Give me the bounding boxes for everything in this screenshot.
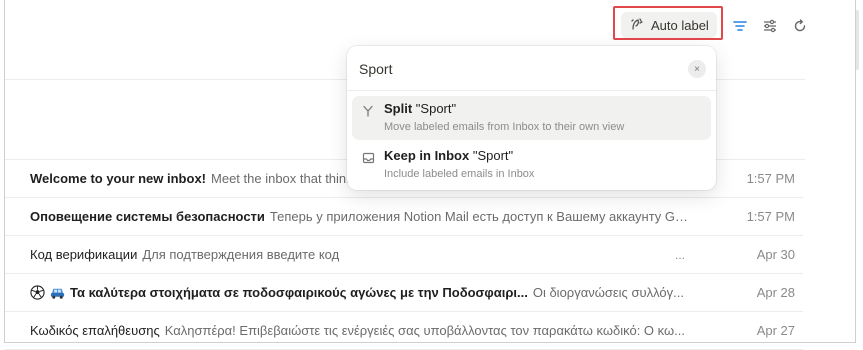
email-preview: Meet the inbox that thinks [211, 171, 360, 186]
car-icon [49, 285, 66, 300]
email-row[interactable]: Τα καλύτερα στοιχήματα σε ποδοσφαιρικούς… [5, 274, 803, 312]
auto-label-button[interactable]: Auto label [621, 12, 717, 38]
label-popup: × Split "Sport" Move labeled emails from… [347, 46, 716, 190]
email-row[interactable]: Оповещение системы безопасности Теперь у… [5, 198, 803, 236]
auto-label-text: Auto label [651, 17, 709, 33]
email-subject: Κωδικός επαλήθευσης [30, 323, 160, 338]
option-action: Keep in Inbox [384, 148, 470, 163]
option-action: Split [384, 101, 413, 116]
email-more-dots: ... [675, 247, 686, 262]
email-time: 1:57 PM [746, 171, 795, 186]
list-density-icon[interactable] [731, 17, 749, 35]
split-icon [361, 104, 375, 118]
option-description: Move labeled emails from Inbox to their … [384, 121, 625, 133]
email-preview: Для подтверждения введите код [142, 247, 340, 262]
keep-in-inbox-option[interactable]: Keep in Inbox "Sport" Include labeled em… [352, 143, 711, 187]
email-subject: Код верификации [30, 247, 138, 262]
option-target: "Sport" [415, 101, 457, 116]
auto-label-icon [629, 16, 651, 35]
email-subject: Τα καλύτερα στοιχήματα σε ποδοσφαιρικούς… [70, 285, 528, 300]
email-time: 1:57 PM [746, 209, 795, 224]
email-time: Apr 30 [756, 247, 795, 262]
clear-icon[interactable]: × [688, 60, 706, 78]
email-preview: Καλησπέρα! Επιβεβαιώστε τις ενέργειές σα… [164, 323, 685, 338]
split-option[interactable]: Split "Sport" Move labeled emails from I… [352, 96, 711, 140]
refresh-icon[interactable] [791, 17, 809, 35]
email-time: Apr 28 [756, 285, 795, 300]
email-row[interactable]: Κωδικός επαλήθευσης Καλησπέρα! Επιβεβαιώ… [5, 312, 803, 350]
label-search-row: × [347, 46, 716, 91]
soccer-ball-icon [30, 285, 45, 300]
email-preview: Οι διοργανώσεις συλλόγ... [532, 285, 684, 300]
inbox-icon [361, 151, 375, 165]
scrollbar-thumb[interactable] [856, 10, 859, 70]
option-target: "Sport" [472, 148, 514, 163]
option-description: Include labeled emails in Inbox [384, 168, 535, 180]
label-search-input[interactable] [359, 58, 679, 80]
email-preview: Теперь у приложения Notion Mail есть дос… [269, 209, 690, 224]
email-time: Apr 27 [756, 323, 795, 338]
email-row[interactable]: Код верификации Для подтверждения введит… [5, 236, 803, 274]
email-subject: Оповещение системы безопасности [30, 209, 265, 224]
filter-settings-icon[interactable] [761, 17, 779, 35]
email-subject: Welcome to your new inbox! [30, 171, 207, 186]
